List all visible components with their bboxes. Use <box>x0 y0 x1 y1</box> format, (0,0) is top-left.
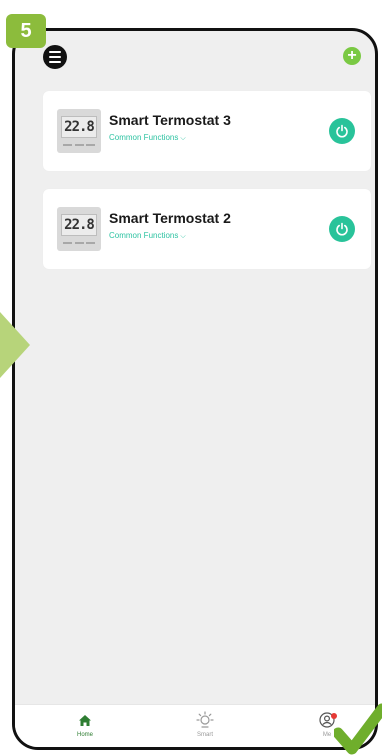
tab-home-label: Home <box>76 732 93 738</box>
tab-smart-label: Smart <box>196 732 213 738</box>
tab-smart[interactable]: Smart <box>175 711 235 738</box>
add-icon[interactable]: + <box>343 47 361 65</box>
bottom-tab-bar: Home Smart Me <box>15 704 375 747</box>
checkmark-icon <box>334 703 382 755</box>
tab-home[interactable]: Home <box>55 711 115 738</box>
thermostat-thumbnail: 22.8 <box>57 207 101 251</box>
common-functions-label: Common Functions <box>109 133 179 142</box>
chevron-down-icon: ⌵ <box>180 233 186 240</box>
device-card[interactable]: 22.8 Smart Termostat 2 Common Functions ⌵ <box>43 189 371 269</box>
chevron-down-icon: ⌵ <box>180 135 186 142</box>
menu-icon[interactable] <box>43 45 67 69</box>
common-functions-link[interactable]: Common Functions ⌵ <box>109 231 186 241</box>
thermostat-display: 22.8 <box>61 214 97 236</box>
power-button[interactable] <box>329 216 355 242</box>
smart-icon <box>196 711 214 728</box>
power-button[interactable] <box>329 118 355 144</box>
device-name: Smart Termostat 2 <box>109 210 231 226</box>
thermostat-thumbnail: 22.8 <box>57 109 101 153</box>
common-functions-link[interactable]: Common Functions ⌵ <box>109 133 186 143</box>
step-number-badge: 5 <box>6 14 46 48</box>
home-icon <box>79 714 91 726</box>
common-functions-label: Common Functions <box>109 231 179 240</box>
device-card[interactable]: 22.8 Smart Termostat 3 Common Functions ⌵ <box>43 91 371 171</box>
thermostat-display: 22.8 <box>61 116 97 138</box>
power-icon <box>336 222 348 236</box>
power-icon <box>336 124 348 138</box>
device-name: Smart Termostat 3 <box>109 112 231 128</box>
phone-frame: + 22.8 Smart Termostat 3 Common Function… <box>12 28 378 750</box>
left-arrow-pointer <box>0 312 30 378</box>
